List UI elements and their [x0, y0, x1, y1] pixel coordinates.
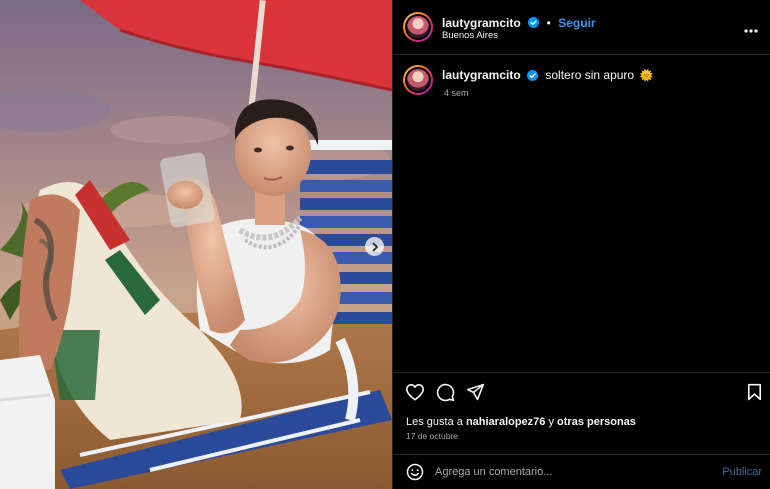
next-image-button[interactable] — [365, 237, 384, 256]
action-bar — [393, 372, 770, 402]
dot-separator: • — [546, 16, 551, 30]
comment-button[interactable] — [436, 383, 455, 407]
avatar[interactable] — [403, 12, 433, 42]
post-details-panel: lautygramcito • Seguir Buenos Aires laut… — [392, 0, 770, 489]
post-date[interactable]: 17 de octubre — [406, 431, 458, 441]
comment-icon — [436, 383, 455, 402]
heart-icon — [406, 383, 424, 401]
more-horizontal-icon — [744, 29, 758, 33]
more-options-button[interactable] — [744, 20, 758, 38]
likes-middle: y — [545, 416, 558, 428]
share-button[interactable] — [466, 383, 485, 406]
bookmark-icon — [747, 383, 762, 401]
share-icon — [466, 383, 485, 401]
location-link[interactable]: Buenos Aires — [442, 30, 498, 41]
caption-time[interactable]: 4 sem — [444, 88, 469, 98]
beach-chair-photo — [0, 0, 392, 489]
verified-badge-icon — [528, 17, 540, 29]
emoji-icon — [406, 463, 424, 481]
header-username[interactable]: lautygramcito — [442, 16, 521, 30]
caption-username[interactable]: lautygramcito — [442, 68, 521, 82]
caption-text: soltero sin apuro — [545, 68, 635, 82]
follow-button[interactable]: Seguir — [558, 16, 595, 30]
comment-bar: Publicar — [393, 454, 770, 489]
post-photo[interactable] — [0, 0, 392, 489]
sun-emoji: 🌞 — [639, 70, 654, 82]
likes-prefix: Les gusta a — [406, 416, 466, 428]
save-button[interactable] — [747, 383, 762, 406]
likes-others[interactable]: otras personas — [557, 416, 636, 428]
emoji-button[interactable] — [406, 463, 424, 486]
likes-summary[interactable]: Les gusta a nahiaralopez76 y otras perso… — [406, 416, 636, 428]
caption: lautygramcito soltero sin apuro 🌞 — [442, 68, 653, 82]
chevron-right-icon — [372, 242, 378, 251]
like-button[interactable] — [405, 383, 425, 406]
post-header: lautygramcito • Seguir Buenos Aires — [393, 0, 770, 55]
verified-badge-icon — [527, 70, 539, 82]
caption-avatar[interactable] — [403, 65, 433, 95]
publish-button[interactable]: Publicar — [722, 466, 762, 478]
instagram-post-view: lautygramcito • Seguir Buenos Aires laut… — [0, 0, 770, 489]
likes-user[interactable]: nahiaralopez76 — [466, 416, 545, 428]
comment-input[interactable] — [435, 463, 695, 481]
